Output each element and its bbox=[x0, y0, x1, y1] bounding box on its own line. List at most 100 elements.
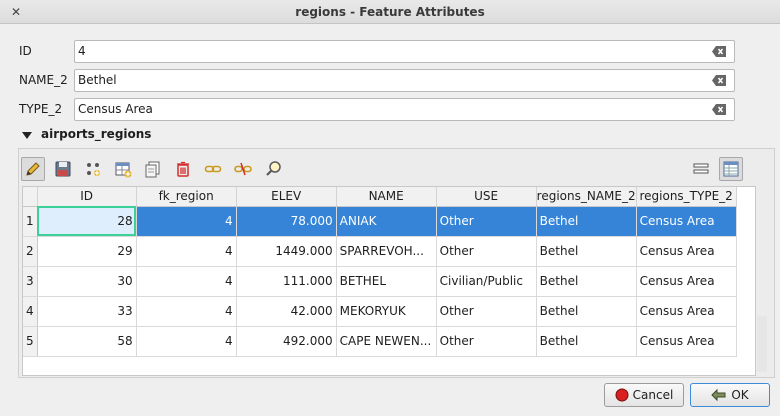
table-cell[interactable]: 30 bbox=[37, 266, 137, 297]
table-cell[interactable]: CAPE NEWEN... bbox=[336, 326, 437, 357]
table-cell[interactable]: 4 bbox=[136, 206, 237, 237]
table-cell[interactable]: 492.000 bbox=[236, 326, 337, 357]
save-edits-button[interactable] bbox=[51, 157, 75, 181]
column-header[interactable]: ID bbox=[37, 187, 137, 207]
vertical-scrollbar[interactable] bbox=[757, 316, 767, 372]
table-cell[interactable]: 42.000 bbox=[236, 296, 337, 327]
table-cell[interactable]: ANIAK bbox=[336, 206, 437, 237]
table-cell[interactable]: 4 bbox=[136, 296, 237, 327]
add-feature-icon bbox=[87, 163, 100, 176]
duplicate-feature-button[interactable] bbox=[141, 157, 165, 181]
table-row[interactable]: 1 28 4 78.000 ANIAK Other Bethel Census … bbox=[23, 206, 737, 237]
table-row[interactable]: 2 29 4 1449.000 SPARREVOH... Other Bethe… bbox=[23, 236, 737, 267]
table-cell[interactable]: Census Area bbox=[636, 326, 737, 357]
table-cell[interactable]: Bethel bbox=[536, 326, 637, 357]
row-number[interactable]: 3 bbox=[23, 266, 38, 297]
table-cell[interactable]: Census Area bbox=[636, 296, 737, 327]
pencil-icon bbox=[26, 162, 40, 176]
table-cell[interactable]: 4 bbox=[136, 236, 237, 267]
table-cell[interactable]: 4 bbox=[136, 266, 237, 297]
column-header[interactable]: ELEV bbox=[236, 187, 337, 207]
close-icon[interactable]: ✕ bbox=[9, 5, 23, 19]
table-cell[interactable]: Bethel bbox=[536, 266, 637, 297]
name-2-value: Bethel bbox=[78, 73, 117, 87]
ok-icon bbox=[711, 388, 726, 402]
table-cell[interactable]: Civilian/Public bbox=[436, 266, 537, 297]
table-cell[interactable]: Census Area bbox=[636, 206, 737, 237]
table-cell[interactable]: Other bbox=[436, 236, 537, 267]
type-2-input[interactable]: Census Area bbox=[74, 98, 735, 121]
row-number[interactable]: 2 bbox=[23, 236, 38, 267]
table-cell[interactable]: 1449.000 bbox=[236, 236, 337, 267]
table-cell[interactable]: Census Area bbox=[636, 266, 737, 297]
link-feature-button[interactable] bbox=[201, 157, 225, 181]
window-title: regions - Feature Attributes bbox=[295, 5, 485, 19]
table-cell[interactable]: Bethel bbox=[536, 206, 637, 237]
table-cell[interactable]: MEKORYUK bbox=[336, 296, 437, 327]
features-table[interactable]: ID fk_region ELEV NAME USE regions_NAME_… bbox=[22, 186, 756, 376]
field-label-id: ID bbox=[19, 44, 32, 58]
table-cell[interactable]: SPARREVOH... bbox=[336, 236, 437, 267]
table-cell[interactable]: 33 bbox=[37, 296, 137, 327]
table-cell[interactable]: Other bbox=[436, 326, 537, 357]
ok-button[interactable]: OK bbox=[690, 383, 770, 407]
save-icon bbox=[55, 161, 71, 177]
row-number[interactable]: 1 bbox=[23, 206, 38, 237]
table-cell[interactable]: Other bbox=[436, 206, 537, 237]
clear-icon[interactable] bbox=[712, 104, 726, 115]
unlink-feature-button[interactable] bbox=[231, 157, 255, 181]
table-cell[interactable]: Other bbox=[436, 296, 537, 327]
zoom-icon bbox=[266, 161, 281, 176]
cancel-icon bbox=[615, 388, 629, 402]
form-view-button[interactable] bbox=[689, 157, 713, 181]
column-header[interactable]: regions_NAME_2 bbox=[536, 187, 637, 207]
add-feature-button[interactable] bbox=[81, 157, 105, 181]
collapse-triangle-icon[interactable] bbox=[21, 129, 33, 141]
unlink-icon bbox=[234, 162, 252, 176]
delete-icon bbox=[177, 161, 189, 177]
zoom-to-feature-button[interactable] bbox=[262, 157, 286, 181]
table-cell[interactable]: BETHEL bbox=[336, 266, 437, 297]
column-header[interactable]: NAME bbox=[336, 187, 437, 207]
row-number[interactable]: 5 bbox=[23, 326, 38, 357]
table-row[interactable]: 4 33 4 42.000 MEKORYUK Other Bethel Cens… bbox=[23, 296, 737, 327]
clear-icon[interactable] bbox=[712, 46, 726, 57]
table-cell[interactable]: 29 bbox=[37, 236, 137, 267]
ok-label: OK bbox=[731, 388, 749, 402]
corner-header[interactable] bbox=[23, 187, 38, 207]
table-cell[interactable]: Census Area bbox=[636, 236, 737, 267]
table-cell[interactable]: Bethel bbox=[536, 296, 637, 327]
id-input[interactable]: 4 bbox=[74, 40, 735, 63]
column-header[interactable]: regions_TYPE_2 bbox=[636, 187, 737, 207]
column-header[interactable]: USE bbox=[436, 187, 537, 207]
relation-title: airports_regions bbox=[41, 127, 152, 141]
link-icon bbox=[204, 165, 222, 173]
type-2-value: Census Area bbox=[78, 102, 153, 116]
clear-icon[interactable] bbox=[712, 75, 726, 86]
cancel-button[interactable]: Cancel bbox=[604, 383, 684, 407]
toggle-edit-button[interactable] bbox=[21, 157, 45, 181]
row-number[interactable]: 4 bbox=[23, 296, 38, 327]
cancel-label: Cancel bbox=[632, 388, 674, 402]
table-view-button[interactable] bbox=[719, 157, 743, 181]
table-cell[interactable]: 111.000 bbox=[236, 266, 337, 297]
delete-feature-button[interactable] bbox=[171, 157, 195, 181]
field-label-name-2: NAME_2 bbox=[19, 73, 68, 87]
table-cell[interactable]: 78.000 bbox=[236, 206, 337, 237]
table-row[interactable]: 5 58 4 492.000 CAPE NEWEN... Other Bethe… bbox=[23, 326, 737, 357]
table-view-icon bbox=[723, 161, 739, 177]
table-cell[interactable]: Bethel bbox=[536, 236, 637, 267]
name-2-input[interactable]: Bethel bbox=[74, 69, 735, 92]
column-header[interactable]: fk_region bbox=[136, 187, 237, 207]
add-child-feature-button[interactable] bbox=[111, 157, 135, 181]
add-table-icon bbox=[115, 162, 132, 178]
table-cell[interactable]: 28 bbox=[37, 206, 137, 237]
table-row[interactable]: 3 30 4 111.000 BETHEL Civilian/Public Be… bbox=[23, 266, 737, 297]
id-value: 4 bbox=[78, 44, 86, 58]
field-label-type-2: TYPE_2 bbox=[19, 102, 63, 116]
duplicate-icon bbox=[145, 161, 160, 178]
table-cell[interactable]: 4 bbox=[136, 326, 237, 357]
title-bar: ✕ regions - Feature Attributes bbox=[0, 0, 780, 24]
form-view-icon bbox=[693, 163, 709, 174]
table-cell[interactable]: 58 bbox=[37, 326, 137, 357]
